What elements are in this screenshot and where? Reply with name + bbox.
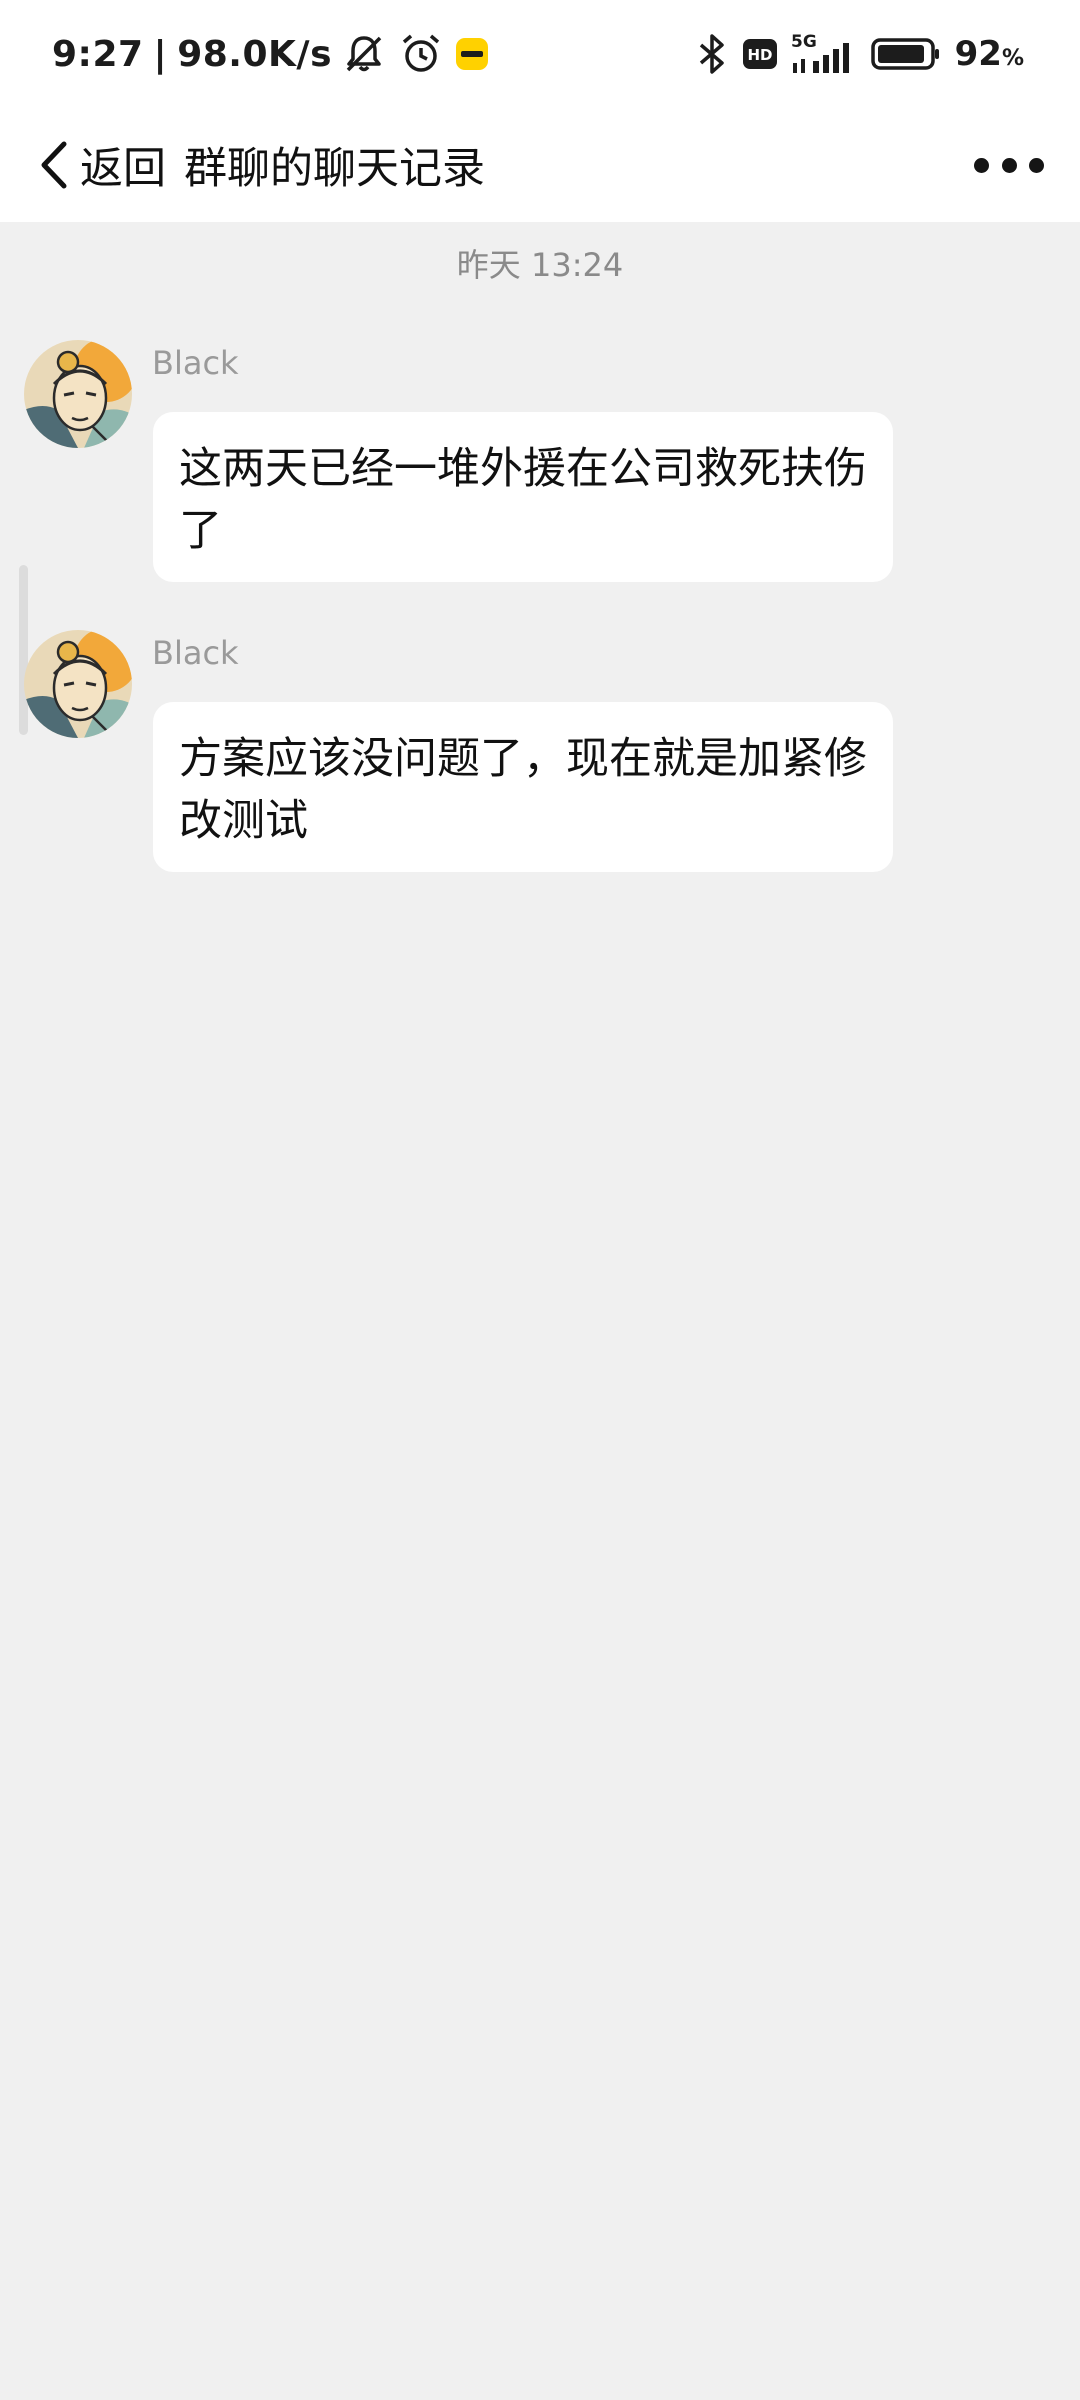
scroll-indicator[interactable] [19, 565, 28, 735]
more-dots-icon[interactable] [974, 140, 1044, 190]
avatar[interactable] [24, 630, 132, 738]
mute-bell-icon [342, 32, 386, 76]
avatar-portrait-icon [24, 630, 132, 738]
sender-name: Black [152, 634, 239, 672]
status-right: HD 5G 92% [695, 30, 1024, 78]
message-bubble[interactable]: 这两天已经一堆外援在公司救死扶伤了 [153, 412, 893, 582]
chat-timestamp: 昨天 13:24 [456, 246, 624, 284]
battery-percent-unit: % [1001, 46, 1024, 71]
battery-icon [870, 38, 941, 70]
battery-percent-value: 92 [954, 34, 1002, 74]
hd-label: HD [747, 46, 772, 64]
network-speed: 98.0K/s [177, 33, 332, 75]
status-left: 9:27 | 98.0K/s [52, 30, 488, 78]
alarm-clock-icon [400, 33, 442, 75]
status-separator: | [153, 33, 168, 75]
chevron-left-icon [36, 138, 72, 192]
battery-percent: 92% [955, 34, 1024, 74]
more-dot [1001, 157, 1017, 173]
more-dot [974, 157, 989, 173]
status-bar: 9:27 | 98.0K/s HD 5G 92% [0, 0, 1080, 108]
avatar-portrait-icon [24, 340, 132, 448]
status-time: 9:27 [52, 33, 144, 75]
network-type: 5G [791, 32, 817, 52]
page-title: 群聊的聊天记录 [184, 144, 485, 194]
signal-icon: 5G [791, 31, 857, 77]
meituan-app-icon [456, 38, 488, 70]
sender-name: Black [152, 344, 239, 382]
nav-bar: 返回 群聊的聊天记录 [0, 108, 1080, 222]
battery-fill [877, 45, 924, 63]
back-label: 返回 [80, 144, 166, 194]
message-bubble[interactable]: 方案应该没问题了，现在就是加紧修改测试 [153, 702, 893, 872]
hd-icon: HD [742, 39, 777, 69]
avatar[interactable] [24, 340, 132, 448]
more-dot [1029, 157, 1044, 173]
back-button[interactable]: 返回 [36, 124, 166, 206]
bluetooth-icon [695, 33, 729, 75]
